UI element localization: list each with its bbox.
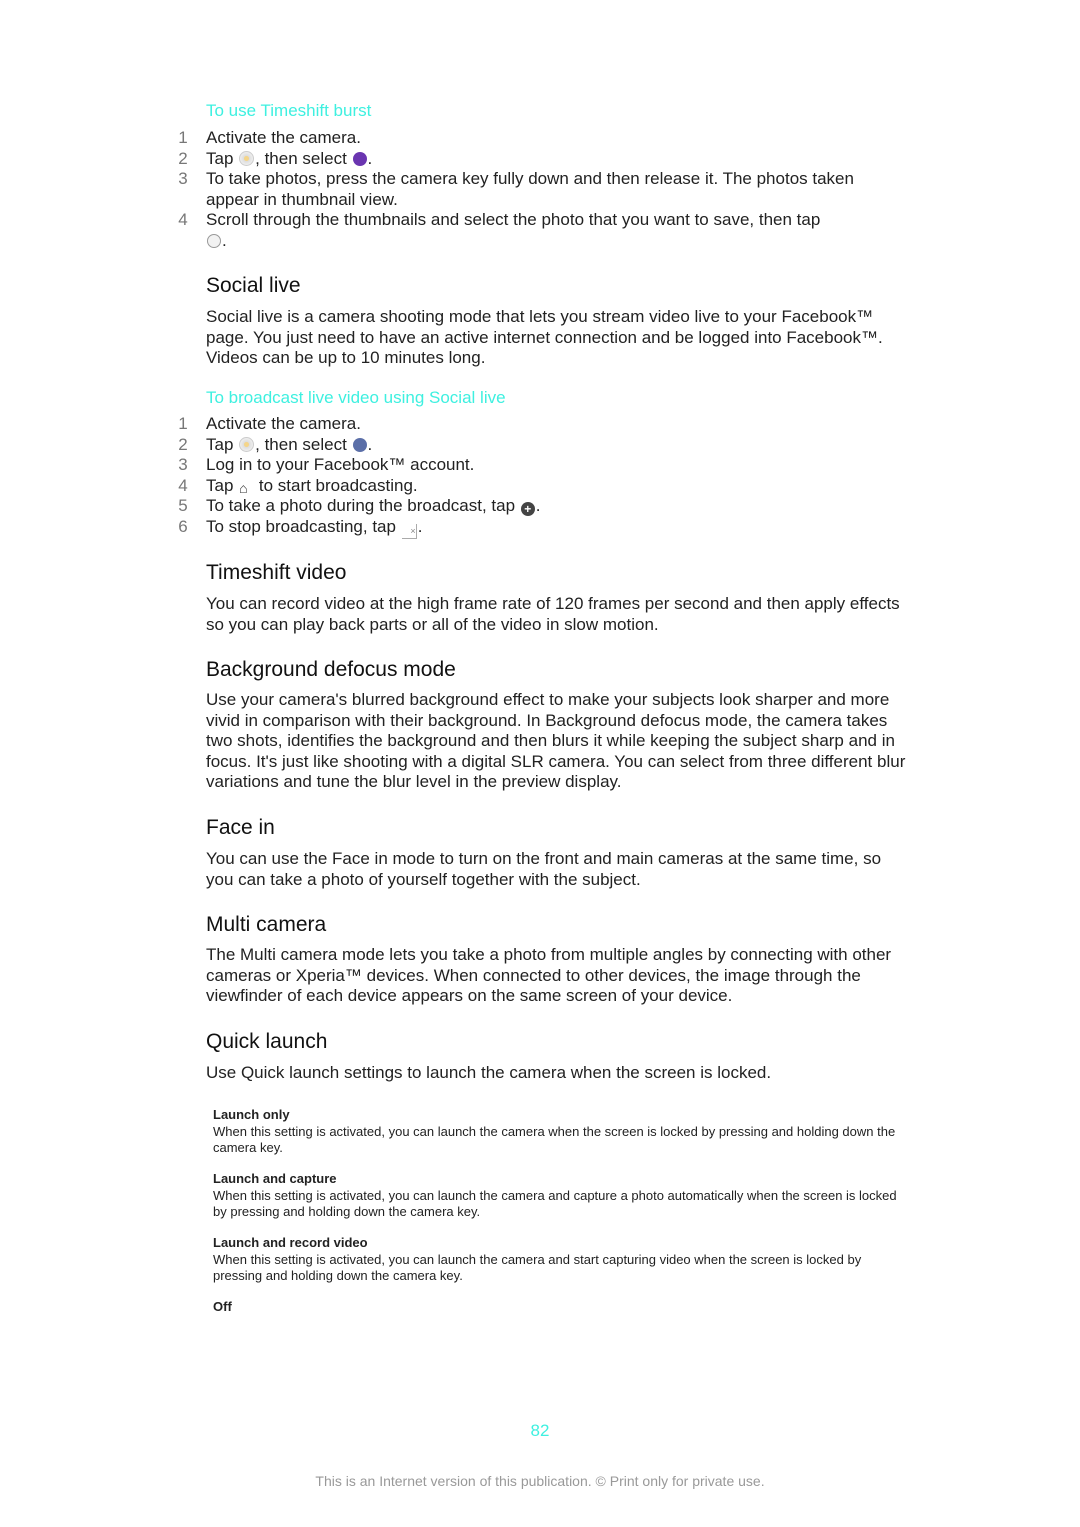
heading-social-live: Social live xyxy=(206,274,301,297)
capture-mode-icon xyxy=(239,150,255,166)
subheading-broadcast: To broadcast live video using Social liv… xyxy=(206,388,506,407)
setting-off: Off xyxy=(213,1299,232,1314)
background-defocus-body: Use your camera's blurred background eff… xyxy=(206,690,906,791)
plus-icon: + xyxy=(520,502,535,516)
timeshift-burst-icon xyxy=(352,151,367,166)
timeshift-burst-steps: 1 Activate the camera. 2 Tap , then select… xyxy=(176,128,896,251)
list-item: 2 Tap , then select . xyxy=(178,148,373,168)
footer-notice: This is an Internet version of this publ… xyxy=(315,1473,765,1489)
page-number: 82 xyxy=(530,1421,550,1440)
multi-camera-body: The Multi camera mode lets you take a ph… xyxy=(206,945,892,1005)
home-icon: ⌂ xyxy=(239,479,248,496)
heading-background-defocus: Background defocus mode xyxy=(206,658,456,681)
setting-launch-and-capture: Launch and capture When this setting is … xyxy=(213,1171,897,1219)
social-live-body: Social live is a camera shooting mode th… xyxy=(206,307,883,367)
list-item: 3 To take photos, press the camera key fu… xyxy=(178,169,854,209)
manual-page: To use Timeshift burst 1 Activate the cam… xyxy=(0,0,1080,1527)
list-item: 4 Tap ⌂ to start broadcasting. xyxy=(178,475,418,496)
stop-broadcast-icon: × xyxy=(401,523,417,539)
list-item: 5 To take a photo during the broadcast, t… xyxy=(178,496,541,516)
heading-face-in: Face in xyxy=(206,816,275,839)
timeshift-video-body: You can record video at the high frame r… xyxy=(206,594,900,634)
setting-launch-and-record-video: Launch and record video When this settin… xyxy=(213,1235,862,1283)
heading-quick-launch: Quick launch xyxy=(206,1030,328,1053)
list-item: 3 Log in to your Facebook™ account. xyxy=(178,455,475,474)
setting-launch-only: Launch only When this setting is activat… xyxy=(213,1107,896,1155)
list-item: 1 Activate the camera. xyxy=(178,414,361,433)
heading-multi-camera: Multi camera xyxy=(206,913,327,936)
list-item: 1 Activate the camera. xyxy=(178,128,361,147)
list-item: 4 Scroll through the thumbnails and selec… xyxy=(178,210,821,250)
social-live-steps: 1 Activate the camera. 2 Tap , then select… xyxy=(176,414,896,539)
checkmark-icon xyxy=(207,233,221,248)
list-item: 6 To stop broadcasting, tap ×. xyxy=(176,517,896,539)
quick-launch-body: Use Quick launch settings to launch the … xyxy=(206,1063,772,1082)
subheading-timeshift-burst: To use Timeshift burst xyxy=(206,101,372,120)
social-live-icon xyxy=(352,437,367,452)
list-item: 2 Tap , then select . xyxy=(178,434,373,454)
face-in-body: You can use the Face in mode to turn on … xyxy=(206,849,882,889)
heading-timeshift-video: Timeshift video xyxy=(206,561,347,584)
capture-mode-icon xyxy=(239,436,255,452)
